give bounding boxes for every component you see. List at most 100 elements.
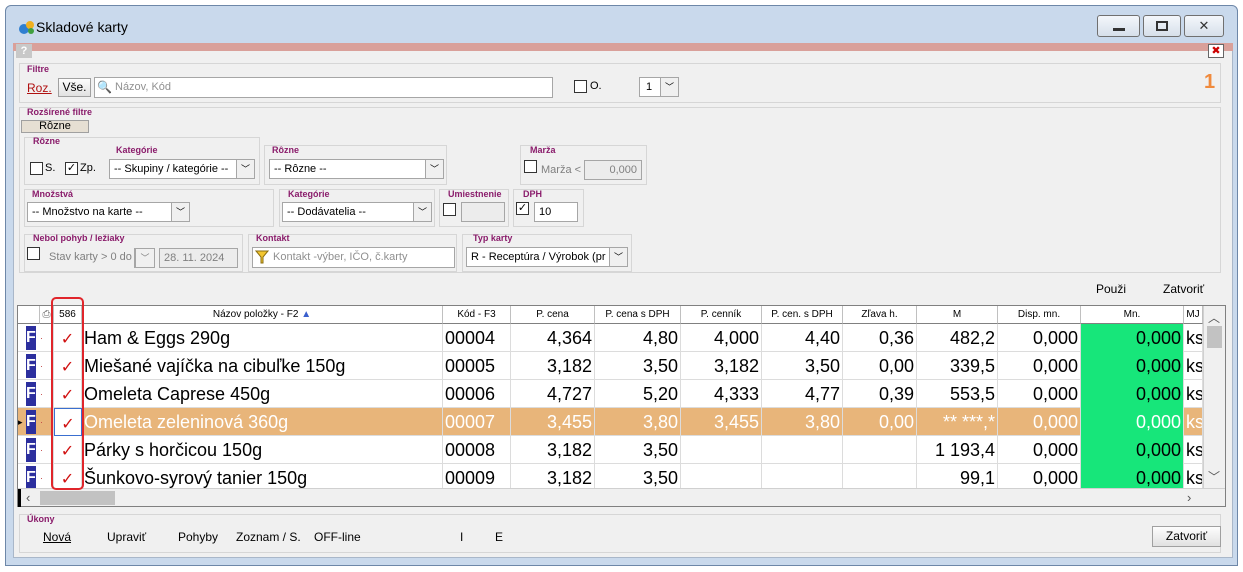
cell-m[interactable]: 553,5 [917, 380, 998, 408]
typ-select[interactable]: R - Receptúra / Výrobok (pr ﹀ [466, 247, 628, 267]
cell-disp[interactable]: 0,000 [998, 380, 1081, 408]
hscroll-thumb[interactable] [40, 491, 115, 505]
umiestnenie-input[interactable] [461, 202, 505, 222]
pcen-dph-header[interactable]: P. cen. s DPH [762, 306, 843, 324]
stav-select[interactable]: ﹀ [134, 248, 155, 268]
cell-name[interactable]: Ham & Eggs 290g [82, 324, 443, 352]
page-select[interactable]: 1 ﹀ [639, 77, 679, 97]
cell-pcena-dph[interactable]: 3,80 [595, 408, 681, 436]
cell-m[interactable]: 482,2 [917, 324, 998, 352]
row-indicator[interactable]: F [18, 464, 40, 491]
m-header[interactable]: M [917, 306, 998, 324]
dph-checkbox[interactable]: ✓ [516, 202, 529, 215]
nazov-header[interactable]: Názov položky - F2 ▲ [82, 306, 443, 324]
row-indicator[interactable]: F [18, 380, 40, 408]
cell-name[interactable]: Omeleta Caprese 450g [82, 380, 443, 408]
cell-mn[interactable]: 0,000 [1081, 464, 1184, 491]
cell-pcennik[interactable] [681, 436, 762, 464]
zlava-header[interactable]: Zľava h. [843, 306, 917, 324]
marza-checkbox[interactable] [524, 160, 537, 173]
cell-name[interactable]: Omeleta zeleninová 360g [82, 408, 443, 436]
cell-mn[interactable]: 0,000 [1081, 352, 1184, 380]
kategorie-select[interactable]: -- Skupiny / kategórie -- ﹀ [109, 159, 255, 179]
cell-zlava[interactable] [843, 436, 917, 464]
cell-m[interactable]: 1 193,4 [917, 436, 998, 464]
scroll-thumb[interactable] [1207, 326, 1222, 348]
offline-button[interactable]: OFF-line [314, 530, 361, 544]
cell-disp[interactable]: 0,000 [998, 408, 1081, 436]
cell-m[interactable]: 339,5 [917, 352, 998, 380]
cell-pcen-dph[interactable]: 3,50 [762, 352, 843, 380]
table-row[interactable]: F · ✓ Párky s horčicou 150g 00008 3,182 3,50 1 … [18, 436, 1203, 464]
cell-pcena[interactable]: 3,182 [511, 464, 595, 491]
mj-header[interactable]: MJ [1184, 306, 1203, 324]
cell-mj[interactable]: ks [1184, 464, 1203, 491]
dodavatelia-select[interactable]: -- Dodávatelia -- ﹀ [282, 202, 432, 222]
cell-mn[interactable]: 0,000 [1081, 324, 1184, 352]
cell-mj[interactable]: ks [1184, 352, 1203, 380]
cell-name[interactable]: Párky s horčicou 150g [82, 436, 443, 464]
horizontal-scrollbar[interactable]: ‹ › [18, 488, 1225, 507]
row-indicator[interactable]: F [18, 352, 40, 380]
cell-pcena-dph[interactable]: 4,80 [595, 324, 681, 352]
cell-pcena[interactable]: 4,727 [511, 380, 595, 408]
row-indicator[interactable]: F [18, 436, 40, 464]
cell-pcen-dph[interactable]: 4,40 [762, 324, 843, 352]
pcena-header[interactable]: P. cena [511, 306, 595, 324]
zatvorit-filters-button[interactable]: Zatvoriť [1163, 282, 1204, 296]
chevron-right-icon[interactable]: › [1187, 490, 1191, 505]
kontakt-input[interactable]: Kontakt -výber, IČO, č.karty [252, 247, 455, 268]
roz-link[interactable]: Roz. [27, 81, 52, 95]
table-row[interactable]: F · ✓ Ham & Eggs 290g 00004 4,364 4,80 4,000 4,4… [18, 324, 1203, 352]
marza-input[interactable]: 0,000 [584, 160, 642, 180]
table-row[interactable]: F · ✓ Omeleta Caprese 450g 00006 4,727 5,20 4,3… [18, 380, 1203, 408]
zatvorit-button[interactable]: Zatvoriť [1152, 526, 1221, 547]
upravit-button[interactable]: Upraviť [107, 530, 146, 544]
row-indicator[interactable]: ▸ F [18, 408, 40, 436]
nebol-checkbox[interactable] [27, 247, 40, 260]
rozne-select[interactable]: -- Rôzne -- ﹀ [269, 159, 444, 179]
cell-kod[interactable]: 00008 [443, 436, 511, 464]
table-row[interactable]: F · ✓ Šunkovo-syrový tanier 150g 00009 3,182 3… [18, 464, 1203, 491]
cell-mn[interactable]: 0,000 [1081, 408, 1184, 436]
cell-pcena[interactable]: 3,455 [511, 408, 595, 436]
cell-pcena-dph[interactable]: 3,50 [595, 464, 681, 491]
table-row[interactable]: F · ✓ Miešané vajíčka na cibuľke 150g 00005 3… [18, 352, 1203, 380]
cell-pcen-dph[interactable]: 3,80 [762, 408, 843, 436]
mnozstvo-select[interactable]: -- Množstvo na karte -- ﹀ [27, 202, 190, 222]
i-button[interactable]: I [460, 530, 463, 544]
pohyby-button[interactable]: Pohyby [178, 530, 218, 544]
row-indicator[interactable]: F [18, 324, 40, 352]
cell-pcen-dph[interactable]: 4,77 [762, 380, 843, 408]
zp-checkbox[interactable]: ✓ [65, 162, 78, 175]
cell-disp[interactable]: 0,000 [998, 324, 1081, 352]
cell-pcena-dph[interactable]: 5,20 [595, 380, 681, 408]
cell-zlava[interactable]: 0,00 [843, 352, 917, 380]
cell-name[interactable]: Miešané vajíčka na cibuľke 150g [82, 352, 443, 380]
chevron-up-icon[interactable]: ︿ [1208, 309, 1220, 326]
cell-pcennik[interactable]: 3,182 [681, 352, 762, 380]
cell-m[interactable]: 99,1 [917, 464, 998, 491]
cell-zlava[interactable]: 0,00 [843, 408, 917, 436]
minimize-button[interactable] [1097, 15, 1140, 37]
cell-name[interactable]: Šunkovo-syrový tanier 150g [82, 464, 443, 491]
help-icon[interactable]: ? [16, 44, 32, 58]
cell-mn[interactable]: 0,000 [1081, 436, 1184, 464]
s-checkbox[interactable] [30, 162, 43, 175]
table-row[interactable]: ▸ F · ✓ Omeleta zeleninová 360g 00007 3,455 3,8… [18, 408, 1203, 436]
cell-m[interactable]: ** ***,* [917, 408, 998, 436]
cell-pcena[interactable]: 4,364 [511, 324, 595, 352]
pcennik-header[interactable]: P. cenník [681, 306, 762, 324]
close-window-button[interactable]: ✕ [1184, 15, 1224, 37]
umiestnenie-checkbox[interactable] [443, 203, 456, 216]
cell-disp[interactable]: 0,000 [998, 464, 1081, 491]
cell-mj[interactable]: ks [1184, 408, 1203, 436]
o-checkbox[interactable] [574, 80, 587, 93]
cell-mn[interactable]: 0,000 [1081, 380, 1184, 408]
cell-zlava[interactable]: 0,36 [843, 324, 917, 352]
nova-button[interactable]: Nová [43, 530, 71, 544]
pin-icon[interactable]: ✖ [1208, 44, 1224, 58]
cell-zlava[interactable] [843, 464, 917, 491]
cell-pcennik[interactable] [681, 464, 762, 491]
cell-pcennik[interactable]: 4,000 [681, 324, 762, 352]
